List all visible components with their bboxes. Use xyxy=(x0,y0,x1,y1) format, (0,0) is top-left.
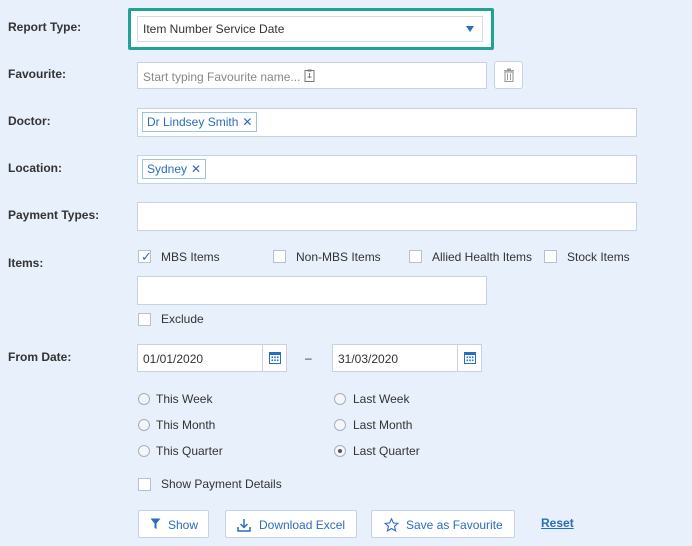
check-icon: ✓ xyxy=(141,249,152,264)
report-type-value: Item Number Service Date xyxy=(143,22,285,36)
items-input[interactable] xyxy=(137,276,487,305)
report-type-select[interactable]: Item Number Service Date xyxy=(137,16,483,42)
show-button-label: Show xyxy=(168,518,199,532)
save-as-favourite-button[interactable]: Save as Favourite xyxy=(371,510,515,538)
this-quarter-radio[interactable] xyxy=(138,445,150,457)
chevron-down-icon xyxy=(466,26,474,32)
doctor-tag-label: Dr Lindsey Smith xyxy=(147,115,239,129)
date-separator: – xyxy=(305,351,312,365)
to-date-value: 31/03/2020 xyxy=(338,352,399,366)
last-quarter-radio[interactable] xyxy=(334,445,346,457)
favourite-placeholder: Start typing Favourite name... xyxy=(143,70,301,84)
this-week-radio[interactable] xyxy=(138,393,150,405)
save-as-favourite-label: Save as Favourite xyxy=(406,518,503,532)
this-month-label: This Month xyxy=(156,418,216,432)
to-date-input[interactable]: 31/03/2020 xyxy=(332,344,482,372)
calendar-icon xyxy=(269,352,281,364)
label-doctor: Doctor: xyxy=(8,114,51,128)
from-date-calendar-button[interactable] xyxy=(262,345,286,371)
stock-items-label: Stock Items xyxy=(567,250,630,264)
payment-types-input[interactable] xyxy=(137,202,637,231)
clipboard-icon xyxy=(304,69,315,82)
last-month-radio[interactable] xyxy=(334,419,346,431)
download-excel-label: Download Excel xyxy=(259,518,346,532)
allied-health-items-label: Allied Health Items xyxy=(432,250,533,264)
from-date-input[interactable]: 01/01/2020 xyxy=(137,344,287,372)
from-date-value: 01/01/2020 xyxy=(143,352,204,366)
show-payment-details-label: Show Payment Details xyxy=(161,477,282,491)
trash-icon xyxy=(504,68,514,82)
close-icon[interactable]: ✕ xyxy=(242,115,252,129)
mbs-items-label: MBS Items xyxy=(161,250,220,264)
download-icon xyxy=(237,519,251,532)
label-from-date: From Date: xyxy=(8,350,72,364)
download-excel-button[interactable]: Download Excel xyxy=(225,510,357,538)
exclude-checkbox[interactable] xyxy=(138,313,151,326)
label-items: Items: xyxy=(8,256,44,270)
this-week-label: This Week xyxy=(156,392,213,406)
reset-link[interactable]: Reset xyxy=(541,516,574,530)
delete-favourite-button[interactable] xyxy=(494,61,523,89)
report-type-highlight: Item Number Service Date xyxy=(128,8,494,50)
non-mbs-items-label: Non-MBS Items xyxy=(296,250,381,264)
last-week-radio[interactable] xyxy=(334,393,346,405)
stock-items-checkbox[interactable] xyxy=(544,250,557,263)
last-quarter-label: Last Quarter xyxy=(353,444,420,458)
allied-health-items-checkbox[interactable] xyxy=(409,250,422,263)
this-quarter-label: This Quarter xyxy=(156,444,223,458)
calendar-icon xyxy=(464,352,476,364)
location-tag-label: Sydney xyxy=(147,162,188,176)
this-month-radio[interactable] xyxy=(138,419,150,431)
close-icon[interactable]: ✕ xyxy=(191,162,201,176)
doctor-tag: Dr Lindsey Smith ✕ xyxy=(142,112,258,132)
last-week-label: Last Week xyxy=(353,392,410,406)
to-date-calendar-button[interactable] xyxy=(457,345,481,371)
favourite-input[interactable]: Start typing Favourite name... xyxy=(137,62,487,89)
exclude-label: Exclude xyxy=(161,312,204,326)
show-payment-details-checkbox[interactable] xyxy=(138,478,151,491)
label-payment-types: Payment Types: xyxy=(8,208,100,222)
show-button[interactable]: Show xyxy=(138,510,209,538)
mbs-items-checkbox[interactable]: ✓ xyxy=(138,249,152,264)
label-favourite: Favourite: xyxy=(8,67,67,81)
star-icon xyxy=(384,518,399,532)
location-tag: Sydney ✕ xyxy=(142,159,207,179)
label-report-type: Report Type: xyxy=(8,20,82,34)
location-input[interactable]: Sydney ✕ xyxy=(137,155,637,184)
non-mbs-items-checkbox[interactable] xyxy=(273,250,286,263)
doctor-input[interactable]: Dr Lindsey Smith ✕ xyxy=(137,108,637,137)
last-month-label: Last Month xyxy=(353,418,413,432)
label-location: Location: xyxy=(8,161,62,175)
radio-selected-dot xyxy=(338,449,342,453)
filter-icon xyxy=(150,518,161,529)
